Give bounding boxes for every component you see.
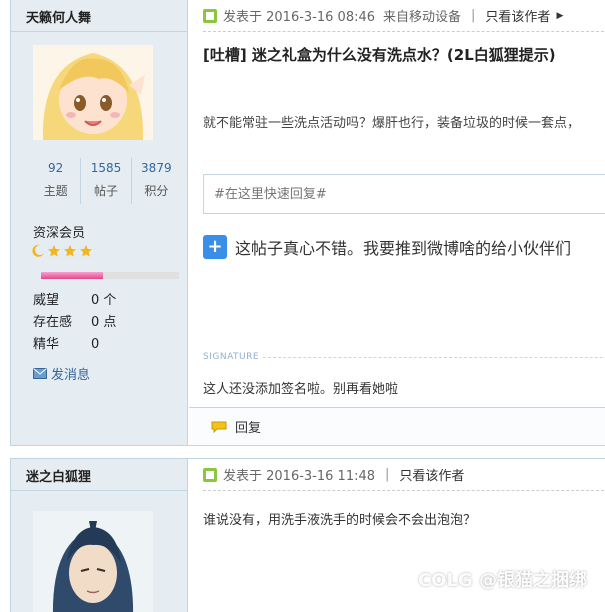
stat-posts[interactable]: 1585 帖子 — [81, 158, 132, 204]
post-actions: 回复 — [189, 407, 605, 445]
author-name[interactable]: 天籁何人舞 — [11, 0, 187, 32]
author-sidebar: 天籁何人舞 92 主题 1585 帖子 3879 积分 资深会员 威望 0 个 … — [11, 0, 188, 445]
prop-value: 0 — [91, 337, 100, 352]
only-author-link[interactable]: 只看该作者 — [485, 6, 550, 25]
post-source: 来自移动设备 — [383, 10, 462, 25]
post-1: 天籁何人舞 92 主题 1585 帖子 3879 积分 资深会员 威望 0 个 … — [10, 0, 605, 446]
watermark: COLG @银猫之捆绑 — [417, 570, 587, 591]
post-meta: 发表于 2016-3-16 08:46 来自移动设备 | 只看该作者 ▶ — [203, 0, 605, 32]
star-icon — [80, 245, 92, 257]
signature-divider: SIGNATURE — [203, 352, 605, 362]
post-time: 发表于 2016-3-16 11:48 — [223, 469, 376, 484]
prop-row: 存在感 0 点 — [33, 312, 116, 334]
share-text: 这帖子真心不错。我要推到微博啥的给小伙伴们 — [235, 239, 572, 258]
author-name[interactable]: 迷之白狐狸 — [11, 459, 187, 491]
stat-credits-value: 3879 — [141, 161, 172, 175]
post-content: 谁说没有，用洗手液洗手的时候会不会出泡泡？ — [203, 513, 477, 528]
prop-label: 威望 — [33, 293, 60, 308]
send-message-link[interactable]: 发消息 — [33, 364, 90, 383]
prop-row: 威望 0 个 — [33, 290, 116, 312]
meta-separator: | — [385, 467, 390, 482]
prop-label: 存在感 — [33, 315, 73, 330]
only-author-link[interactable]: 只看该作者 — [399, 465, 464, 484]
quick-reply-input[interactable] — [204, 175, 605, 213]
rank-stars — [31, 244, 93, 258]
avatar[interactable] — [33, 511, 153, 612]
user-stats: 92 主题 1585 帖子 3879 积分 — [31, 158, 181, 204]
envelope-icon — [33, 368, 47, 379]
quick-reply-box[interactable] — [203, 174, 605, 214]
avatar[interactable] — [33, 45, 153, 140]
stat-threads[interactable]: 92 主题 — [31, 158, 82, 204]
online-status-icon — [203, 467, 217, 482]
thread-title[interactable]: [吐槽] 迷之礼盒为什么没有洗点水？(2L白狐狸提示) — [203, 44, 605, 65]
stat-credits-label: 积分 — [144, 184, 169, 198]
prop-value: 0 个 — [91, 293, 117, 308]
level-progress-fill — [41, 272, 104, 279]
prop-label: 精华 — [33, 337, 60, 352]
star-icon — [64, 245, 76, 257]
share-prompt[interactable]: + 这帖子真心不错。我要推到微博啥的给小伙伴们 — [203, 235, 571, 259]
user-rank[interactable]: 资深会员 — [33, 222, 85, 241]
online-status-icon — [203, 8, 217, 23]
prop-row: 精华 0 — [33, 334, 116, 356]
signature-label: SIGNATURE — [203, 352, 260, 362]
reply-button[interactable]: 回复 — [235, 417, 261, 436]
user-props: 威望 0 个 存在感 0 点 精华 0 — [33, 290, 116, 356]
send-message-label: 发消息 — [51, 368, 91, 383]
stat-threads-value: 92 — [48, 161, 64, 175]
post-time: 发表于 2016-3-16 08:46 — [223, 10, 376, 25]
stat-posts-label: 帖子 — [93, 184, 118, 198]
signature-text: 这人还没添加签名啦。别再看她啦 — [203, 382, 399, 397]
post-meta: 发表于 2016-3-16 11:48 | 只看该作者 — [203, 459, 605, 491]
star-icon — [48, 245, 60, 257]
meta-separator: | — [471, 8, 476, 23]
stat-credits[interactable]: 3879 积分 — [132, 158, 181, 204]
plus-icon[interactable]: + — [203, 235, 227, 259]
play-triangle-icon[interactable]: ▶ — [556, 11, 563, 21]
moon-icon — [32, 244, 44, 257]
prop-value: 0 点 — [91, 315, 117, 330]
post-content: 就不能常驻一些洗点活动吗？爆肝也行，装备垃圾的时候一套点， — [203, 116, 581, 131]
reply-bubble-icon — [211, 421, 227, 433]
level-progress-bar — [41, 272, 179, 279]
stat-threads-label: 主题 — [43, 184, 68, 198]
author-sidebar: 迷之白狐狸 — [11, 459, 188, 612]
stat-posts-value: 1585 — [90, 161, 122, 175]
signature-line — [263, 356, 605, 358]
